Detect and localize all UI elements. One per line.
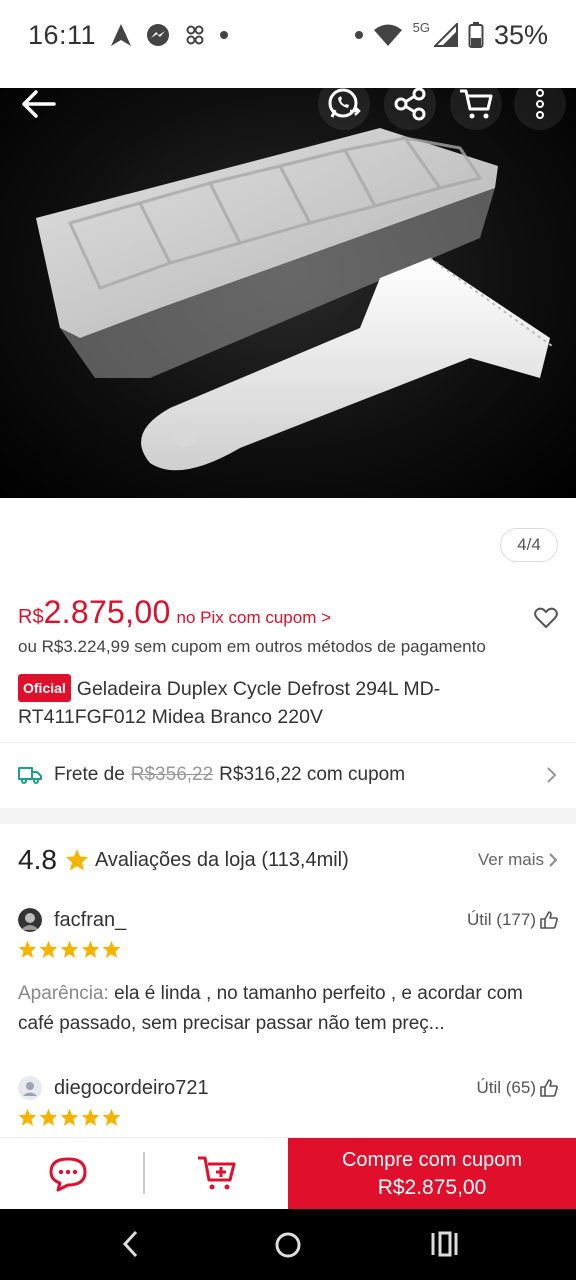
section-divider bbox=[0, 808, 576, 824]
status-left-icons bbox=[110, 23, 229, 47]
product-title-block: Oficial Geladeira Duplex Cycle Defrost 29… bbox=[18, 674, 558, 730]
nav-home-icon bbox=[275, 1232, 301, 1258]
status-time: 16:11 bbox=[28, 19, 97, 50]
rating-label: Avaliações da loja (113,4mil) bbox=[94, 848, 349, 871]
more-vertical-icon bbox=[536, 89, 544, 119]
price-value: 2.875,00 bbox=[43, 594, 171, 630]
star-icon bbox=[18, 1108, 37, 1126]
star-icon bbox=[65, 849, 88, 871]
battery-percent: 35% bbox=[493, 19, 548, 50]
alternative-price: ou R$3.224,99 sem cupom em outros método… bbox=[18, 637, 486, 656]
thumbs-up-icon bbox=[540, 1079, 558, 1097]
status-bar: 16:11 5G 35% bbox=[0, 0, 576, 70]
useful-button[interactable]: Útil (65) bbox=[476, 1078, 558, 1098]
star-icon bbox=[81, 940, 100, 958]
add-to-cart-button[interactable] bbox=[196, 1154, 238, 1197]
buy-label: Compre com cupom bbox=[341, 1149, 523, 1171]
star-icon bbox=[39, 1108, 58, 1126]
shipping-row[interactable]: Frete de R$356,22 R$316,22 com cupom bbox=[18, 760, 558, 790]
product-image[interactable] bbox=[0, 88, 576, 498]
review-username: facfran_ bbox=[54, 908, 127, 931]
see-more-button[interactable]: Ver mais bbox=[478, 850, 558, 870]
buy-price: R$2.875,00 bbox=[377, 1176, 487, 1199]
shipping-old-price: R$356,22 bbox=[130, 764, 214, 785]
price-currency: R$ bbox=[18, 606, 44, 628]
shipping-label: Frete de bbox=[54, 764, 125, 785]
thumbs-up-icon bbox=[540, 911, 558, 929]
rating-score: 4.8 bbox=[18, 844, 57, 875]
nav-back-icon bbox=[122, 1230, 138, 1258]
chevron-right-icon bbox=[547, 767, 557, 783]
action-separator bbox=[143, 1152, 145, 1194]
useful-button[interactable]: Útil (177) bbox=[467, 910, 558, 930]
review-text[interactable]: Aparência: ela é linda , no tamanho perf… bbox=[18, 979, 558, 1039]
cart-button[interactable] bbox=[450, 78, 502, 130]
wifi-icon bbox=[373, 24, 402, 46]
price-block[interactable]: R$ 2.875,00 no Pix com cupom > bbox=[18, 594, 331, 631]
buy-with-coupon-button[interactable]: Compre com cupom R$2.875,00 bbox=[288, 1138, 576, 1210]
store-rating-row: 4.8 Avaliações da loja (113,4mil) Ver ma… bbox=[18, 844, 558, 876]
notification-dot-icon bbox=[220, 31, 229, 39]
review-stars bbox=[18, 940, 558, 959]
useful-count: Útil (177) bbox=[467, 910, 536, 929]
chat-bubble-icon bbox=[49, 1157, 87, 1192]
star-icon bbox=[60, 940, 79, 958]
navigation-arrow-icon bbox=[111, 24, 132, 46]
share-button[interactable] bbox=[384, 78, 436, 130]
review-aspect: Aparência: bbox=[18, 983, 109, 1004]
shopping-cart-icon bbox=[460, 89, 493, 119]
star-icon bbox=[81, 1108, 100, 1126]
star-icon bbox=[102, 940, 121, 958]
favorite-button[interactable] bbox=[534, 607, 558, 634]
chevron-right-icon bbox=[549, 853, 558, 867]
whatsapp-icon bbox=[328, 88, 361, 118]
heart-icon bbox=[534, 607, 558, 628]
back-button[interactable] bbox=[12, 78, 64, 130]
app-notification-icon bbox=[186, 25, 204, 45]
nav-home-button[interactable] bbox=[274, 1231, 302, 1264]
arrow-left-icon bbox=[22, 90, 56, 118]
review-stars bbox=[18, 1108, 558, 1127]
network-type: 5G bbox=[412, 19, 430, 35]
pix-coupon-link[interactable]: no Pix com cupom > bbox=[177, 608, 332, 628]
review-username: diegocordeiro721 bbox=[54, 1076, 209, 1099]
battery-icon bbox=[468, 22, 484, 48]
nav-back-button[interactable] bbox=[120, 1229, 140, 1264]
review-item: facfran_ Útil (177) Aparência: ela é lin… bbox=[18, 908, 558, 1039]
nav-recents-icon bbox=[431, 1231, 458, 1257]
more-options-button[interactable] bbox=[514, 78, 566, 130]
shipping-new-price: R$316,22 com cupom bbox=[219, 764, 406, 785]
system-navigation-bar bbox=[0, 1209, 576, 1280]
avatar bbox=[18, 1076, 42, 1100]
signal-icon bbox=[433, 23, 458, 47]
status-right-icons: 5G 35% bbox=[354, 19, 548, 51]
whatsapp-share-button[interactable] bbox=[318, 78, 370, 130]
star-icon bbox=[102, 1108, 121, 1126]
ice-tray-illustration bbox=[36, 128, 553, 471]
official-badge: Oficial bbox=[18, 674, 71, 702]
nav-recents-button[interactable] bbox=[430, 1231, 458, 1262]
review-item: diegocordeiro721 Útil (65) bbox=[18, 1076, 558, 1127]
image-pager: 4/4 bbox=[500, 528, 558, 562]
messenger-icon bbox=[147, 24, 170, 46]
star-icon bbox=[60, 1108, 79, 1126]
status-dot-icon bbox=[354, 31, 363, 39]
star-icon bbox=[39, 940, 58, 958]
chat-button[interactable] bbox=[48, 1156, 88, 1197]
add-to-cart-icon bbox=[198, 1156, 236, 1190]
star-icon bbox=[18, 940, 37, 958]
divider bbox=[0, 742, 576, 743]
avatar bbox=[18, 908, 42, 932]
bottom-action-bar: Compre com cupom R$2.875,00 bbox=[0, 1137, 576, 1210]
share-icon bbox=[394, 87, 426, 121]
useful-count: Útil (65) bbox=[476, 1078, 536, 1097]
product-title: Geladeira Duplex Cycle Defrost 294L MD-R… bbox=[18, 678, 441, 728]
see-more-label: Ver mais bbox=[477, 850, 544, 869]
delivery-truck-icon bbox=[18, 767, 42, 784]
